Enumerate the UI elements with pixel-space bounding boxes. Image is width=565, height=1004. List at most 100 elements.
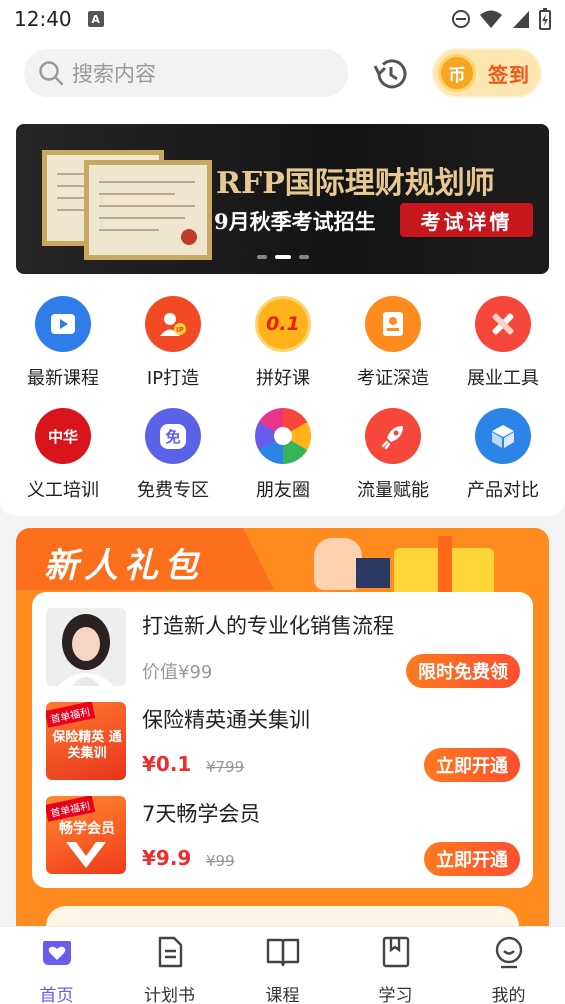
- banner-title: RFP国际理财规划师: [216, 166, 495, 201]
- entry-label: 朋友圈: [256, 480, 310, 501]
- promo-item[interactable]: 首单福利 保险精英 通关集训 保险精英通关集训 ¥0.1 ¥799 立即开通: [46, 702, 522, 782]
- claim-free-button[interactable]: 限时免费领: [406, 654, 520, 688]
- promo-card: 打造新人的专业化销售流程 价值¥99 限时免费领 首单福利 保险精英 通关集训 …: [32, 592, 533, 888]
- new-user-gift-pack: 新人礼包 打造新人的专业化销售流程 价值¥99 限时免费领 首单福利 保险精英 …: [16, 528, 549, 928]
- carousel-indicator: [16, 255, 549, 259]
- tab-plan[interactable]: 计划书: [113, 927, 226, 1004]
- entry-label: 拼好课: [256, 368, 310, 389]
- search-icon: [39, 61, 64, 86]
- cube-icon: [475, 408, 531, 464]
- history-icon[interactable]: [370, 56, 410, 92]
- svg-text:IP: IP: [176, 326, 184, 334]
- entry-traffic[interactable]: 流量赋能: [338, 408, 448, 508]
- carousel-dot: [298, 255, 309, 259]
- bookmark-icon: [382, 936, 409, 968]
- open-now-button[interactable]: 立即开通: [424, 748, 520, 782]
- search-placeholder: 搜索内容: [72, 62, 156, 86]
- wifi-icon: [480, 10, 502, 28]
- entry-group-buy[interactable]: 0.1 拼好课: [228, 296, 338, 396]
- thumbs-up-icon: [314, 538, 362, 590]
- certificate-image: [84, 160, 212, 260]
- entry-label: 最新课程: [27, 368, 99, 389]
- entry-label: 产品对比: [467, 480, 539, 501]
- dnd-icon: [452, 10, 470, 28]
- entry-label: 流量赋能: [357, 480, 429, 501]
- banner-detail-button[interactable]: 考试详情: [400, 203, 533, 237]
- free-chat-icon: 免: [145, 408, 201, 464]
- promo-item[interactable]: 打造新人的专业化销售流程 价值¥99 限时免费领: [46, 608, 522, 688]
- carousel-dot: [256, 255, 267, 259]
- thumb-text: 保险精英 通关集训: [52, 730, 122, 761]
- tab-label: 学习: [378, 986, 413, 1004]
- battery-icon: [539, 8, 551, 30]
- item-title: 保险精英通关集训: [142, 708, 310, 732]
- checkin-button[interactable]: 币 签到: [432, 48, 542, 98]
- item-price: ¥9.9: [142, 846, 192, 870]
- entry-label: 考证深造: [357, 368, 429, 389]
- play-video-icon: [35, 296, 91, 352]
- status-icons: [451, 8, 551, 30]
- entry-label: 义工培训: [27, 480, 99, 501]
- sleeve-decoration: [356, 558, 390, 588]
- certificate-icon: [365, 296, 421, 352]
- carousel-dot-active: [274, 255, 291, 259]
- search-input[interactable]: 搜索内容: [24, 49, 348, 97]
- entry-ip[interactable]: IP IP打造: [118, 296, 228, 396]
- volunteer-logo-icon: 中华: [35, 408, 91, 464]
- membership-thumbnail: 首单福利 畅学会员: [46, 796, 126, 874]
- item-title: 7天畅学会员: [142, 802, 261, 826]
- tab-label: 课程: [265, 986, 300, 1004]
- course-thumbnail: 首单福利 保险精英 通关集训: [46, 702, 126, 780]
- coin-icon: 币: [438, 54, 476, 92]
- next-card-peek: [46, 906, 519, 928]
- top-section: 搜索内容 币 签到 RFP国际理财规划师 9月秋季考试招生 考试详情 最新课程 …: [0, 38, 565, 516]
- item-title: 打造新人的专业化销售流程: [142, 614, 394, 638]
- entry-latest-courses[interactable]: 最新课程: [8, 296, 118, 396]
- ip-person-icon: IP: [145, 296, 201, 352]
- tab-home[interactable]: 首页: [0, 927, 113, 1004]
- tab-label: 计划书: [144, 986, 195, 1004]
- aperture-icon: [255, 408, 311, 464]
- search-row: 搜索内容 币 签到: [0, 48, 565, 98]
- entry-volunteer[interactable]: 中华 义工培训: [8, 408, 118, 508]
- item-original-price: ¥799: [206, 758, 245, 776]
- item-value: 价值¥99: [142, 662, 213, 683]
- tab-study[interactable]: 学习: [339, 927, 452, 1004]
- tab-label: 我的: [491, 986, 526, 1004]
- signal-icon: [513, 11, 529, 28]
- thumb-text: 畅学会员: [59, 821, 115, 837]
- status-bar: 12:40 A: [0, 0, 565, 38]
- entry-product-compare[interactable]: 产品对比: [448, 408, 558, 508]
- entry-moments[interactable]: 朋友圈: [228, 408, 338, 508]
- book-icon: [266, 938, 299, 967]
- notification-icon: A: [87, 11, 104, 27]
- tab-label: 首页: [39, 986, 74, 1004]
- checkin-label: 签到: [488, 62, 530, 87]
- entry-label: 免费专区: [137, 480, 209, 501]
- entry-certification[interactable]: 考证深造: [338, 296, 448, 396]
- thumb-badge: 首单福利: [46, 702, 96, 728]
- entry-label: 展业工具: [467, 368, 539, 389]
- item-price: ¥0.1: [142, 752, 192, 776]
- status-time: 12:40: [14, 7, 72, 31]
- avatar: [46, 608, 126, 686]
- promo-title: 新人礼包: [44, 546, 204, 586]
- promo-item[interactable]: 首单福利 畅学会员 7天畅学会员 ¥9.9 ¥99 立即开通: [46, 796, 522, 876]
- tab-courses[interactable]: 课程: [226, 927, 339, 1004]
- home-heart-icon: [42, 941, 71, 965]
- entry-tools[interactable]: 展业工具: [448, 296, 558, 396]
- banner-subtitle: 9月秋季考试招生: [214, 209, 376, 234]
- document-icon: [158, 936, 182, 968]
- item-original-price: ¥99: [206, 852, 235, 870]
- tab-mine[interactable]: 我的: [452, 927, 565, 1004]
- promo-banner[interactable]: RFP国际理财规划师 9月秋季考试招生 考试详情: [16, 124, 549, 274]
- rocket-icon: [365, 408, 421, 464]
- profile-icon: [495, 936, 522, 969]
- tools-icon: [475, 296, 531, 352]
- entry-free-zone[interactable]: 免 免费专区: [118, 408, 228, 508]
- discount-icon: 0.1: [255, 296, 311, 352]
- entry-label: IP打造: [146, 368, 200, 389]
- bottom-nav: 首页 计划书 课程 学习 我的: [0, 926, 565, 1004]
- free-label: 免: [160, 423, 186, 449]
- open-now-button[interactable]: 立即开通: [424, 842, 520, 876]
